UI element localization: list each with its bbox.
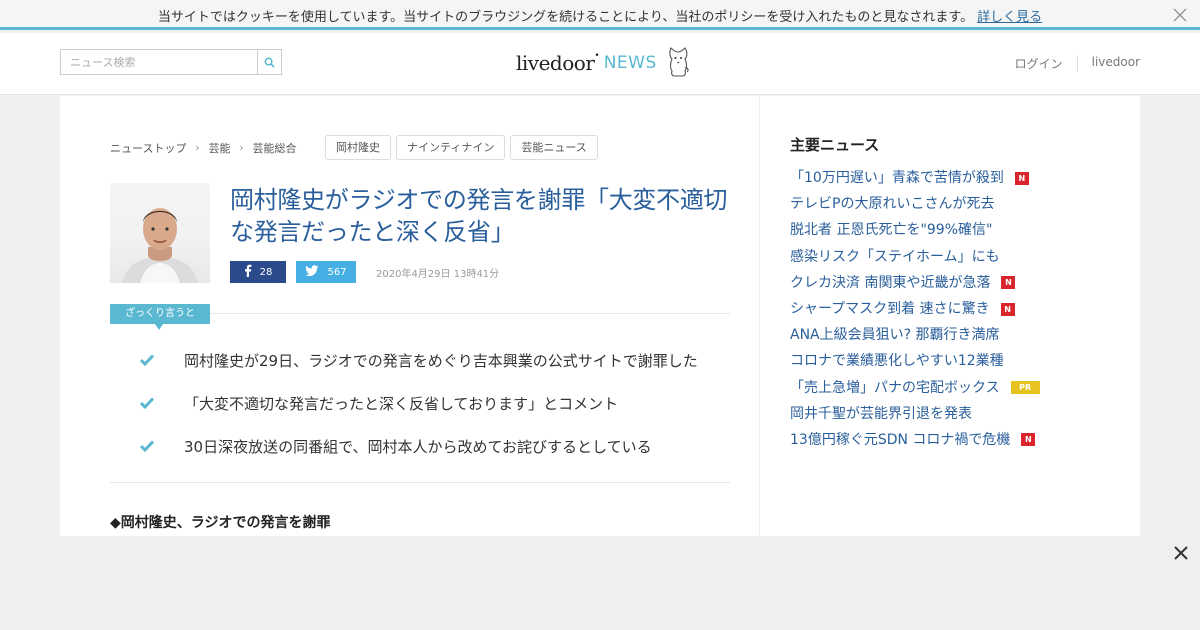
section-divider xyxy=(110,482,730,483)
twitter-icon xyxy=(305,264,319,280)
livedoor-link[interactable]: livedoor xyxy=(1078,55,1140,72)
news-item[interactable]: 13億円稼ぐ元SDN コロナ禍で危機 N xyxy=(790,427,1110,453)
facebook-share-count: 28 xyxy=(259,266,273,278)
close-icon[interactable] xyxy=(1172,544,1190,562)
content-area: ニューストップ › 芸能 › 芸能総合 岡村隆史 ナインティナイン 芸能ニュース… xyxy=(60,96,1140,536)
tag-ninety-nine[interactable]: ナインティナイン xyxy=(396,135,506,160)
news-item[interactable]: クレカ決済 南関東や近畿が急落 N xyxy=(790,270,1110,296)
article-column: ニューストップ › 芸能 › 芸能総合 岡村隆史 ナインティナイン 芸能ニュース… xyxy=(60,96,760,536)
site-logo[interactable]: livedoor • NEWS xyxy=(516,43,691,83)
news-item[interactable]: ANA上級会員狙い? 那覇行き満席 xyxy=(790,322,1110,348)
article-title: 岡村隆史がラジオでの発言を謝罪「大変不適切な発言だったと深く反省」 xyxy=(230,186,728,246)
twitter-share-count: 567 xyxy=(327,266,347,278)
header-links: ログイン livedoor xyxy=(1001,55,1140,72)
summary-item: 「大変不適切な発言だったと深く反省しております」とコメント xyxy=(139,394,740,437)
facebook-share-button[interactable]: 28 xyxy=(230,261,286,283)
summary-list: 岡村隆史が29日、ラジオでの発言をめぐり吉本興業の公式サイトで謝罪した 「大変不… xyxy=(139,351,740,480)
summary-text: 岡村隆史が29日、ラジオでの発言をめぐり吉本興業の公式サイトで謝罪した xyxy=(184,352,698,370)
news-item[interactable]: シャープマスク到着 速さに驚き N xyxy=(790,296,1110,322)
news-item-title: 脱北者 正恩氏死亡を"99%確信" xyxy=(790,222,993,239)
site-header: livedoor•NEWS ログイン livedoor xyxy=(0,33,1200,95)
cookie-learn-more-link[interactable]: 詳しく見る xyxy=(977,10,1042,25)
news-item-title: 「売上急増」パナの宅配ボックス xyxy=(790,379,1000,396)
pr-badge: PR xyxy=(1010,381,1040,395)
new-badge: N xyxy=(1000,302,1015,316)
facebook-icon xyxy=(244,264,252,280)
article-subheading: ◆岡村隆史、ラジオでの発言を謝罪 xyxy=(110,515,331,531)
news-item-title: 岡井千聖が芸能界引退を発表 xyxy=(790,405,972,422)
top-news-list: 「10万円遅い」青森で苦情が殺到 N テレビPの大原れいこさんが死去 脱北者 正恩氏死… xyxy=(790,165,1110,453)
summary-divider xyxy=(210,313,730,314)
check-icon xyxy=(139,351,155,371)
tag-entertainment-news[interactable]: 芸能ニュース xyxy=(510,135,598,160)
login-link[interactable]: ログイン xyxy=(1001,55,1078,72)
news-item[interactable]: 岡井千聖が芸能界引退を発表 xyxy=(790,401,1110,427)
logo-livedoor-text: livedoor xyxy=(516,51,595,75)
article-thumbnail xyxy=(110,183,210,283)
cookie-banner: 当サイトではクッキーを使用しています。当サイトのブラウジングを続けることにより、… xyxy=(0,0,1200,30)
news-item-title: クレカ決済 南関東や近畿が急落 xyxy=(790,274,991,291)
summary-text: 「大変不適切な発言だったと深く反省しております」とコメント xyxy=(184,395,619,413)
news-item[interactable]: テレビPの大原れいこさんが死去 xyxy=(790,191,1110,217)
new-badge: N xyxy=(1021,433,1036,447)
new-badge: N xyxy=(1001,276,1016,290)
news-item-title: 13億円稼ぐ元SDN コロナ禍で危機 xyxy=(790,431,1011,448)
news-item[interactable]: 脱北者 正恩氏死亡を"99%確信" xyxy=(790,217,1110,243)
news-item[interactable]: 感染リスク「ステイホーム」にも xyxy=(790,244,1110,270)
check-icon xyxy=(139,394,155,414)
search-box xyxy=(60,49,282,75)
news-item-title: コロナで業績悪化しやすい12業種 xyxy=(790,353,1004,370)
dog-mascot-icon xyxy=(665,44,691,82)
cookie-message-row: 当サイトではクッキーを使用しています。当サイトのブラウジングを続けることにより、… xyxy=(0,6,1200,25)
sidebar-title: 主要ニュース xyxy=(790,136,880,154)
tag-okamura[interactable]: 岡村隆史 xyxy=(325,135,391,160)
ad-banner xyxy=(0,536,1200,630)
news-item-title: シャープマスク到着 速さに驚き xyxy=(790,301,990,318)
summary-label-pointer xyxy=(155,324,163,330)
summary-text: 30日深夜放送の同番組で、岡村本人から改めてお詫びするとしている xyxy=(184,438,652,456)
cookie-message: 当サイトではクッキーを使用しています。当サイトのブラウジングを続けることにより、… xyxy=(157,10,974,25)
check-icon xyxy=(139,437,155,457)
news-item[interactable]: 「売上急増」パナの宅配ボックス PR xyxy=(790,375,1110,401)
twitter-share-button[interactable]: 567 xyxy=(296,261,356,283)
news-item-title: 「10万円遅い」青森で苦情が殺到 xyxy=(790,170,1004,187)
chevron-right-icon: › xyxy=(195,142,200,154)
tag-list: 岡村隆史 ナインティナイン 芸能ニュース xyxy=(325,135,603,160)
close-icon[interactable] xyxy=(1170,5,1190,25)
news-item[interactable]: コロナで業績悪化しやすい12業種 xyxy=(790,348,1110,374)
breadcrumb-entertainment[interactable]: 芸能 xyxy=(208,140,230,156)
breadcrumb-entertainment-general[interactable]: 芸能総合 xyxy=(252,140,296,156)
summary-item: 岡村隆史が29日、ラジオでの発言をめぐり吉本興業の公式サイトで謝罪した xyxy=(139,351,740,394)
news-item[interactable]: 「10万円遅い」青森で苦情が殺到 N xyxy=(790,165,1110,191)
breadcrumb-news-top[interactable]: ニューストップ xyxy=(110,140,186,156)
summary-item: 30日深夜放送の同番組で、岡村本人から改めてお詫びするとしている xyxy=(139,437,740,480)
news-item-title: テレビPの大原れいこさんが死去 xyxy=(790,196,995,213)
news-item-title: 感染リスク「ステイホーム」にも xyxy=(790,248,1000,265)
share-row: 28 567 2020年4月29日 13時41分 xyxy=(230,261,499,283)
new-badge: N xyxy=(1014,171,1029,185)
logo-news-text: NEWS xyxy=(603,53,657,73)
search-icon xyxy=(264,53,275,72)
search-input[interactable] xyxy=(61,50,258,74)
breadcrumb: ニューストップ › 芸能 › 芸能総合 xyxy=(110,140,296,156)
chevron-right-icon: › xyxy=(239,142,244,154)
logo-dot: • xyxy=(594,51,600,61)
news-item-title: ANA上級会員狙い? 那覇行き満席 xyxy=(790,327,1000,344)
publish-date: 2020年4月29日 13時41分 xyxy=(376,268,500,280)
summary-label: ざっくり言うと xyxy=(110,304,210,324)
search-button[interactable] xyxy=(257,50,281,74)
